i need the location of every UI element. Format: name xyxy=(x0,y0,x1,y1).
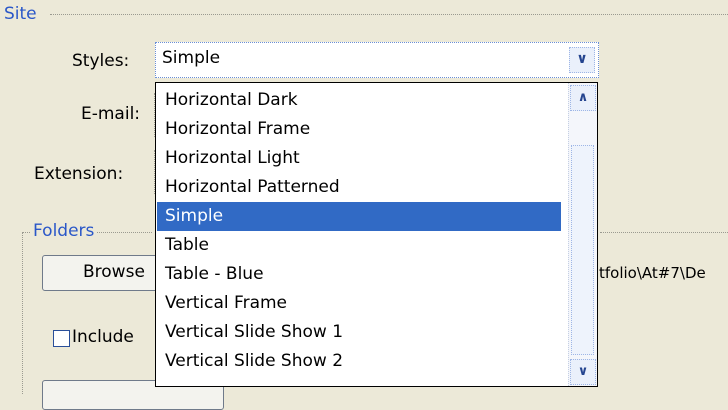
list-item-selected[interactable]: Simple xyxy=(157,202,561,231)
browse-button[interactable]: Browse xyxy=(42,255,172,291)
folders-group-line-right xyxy=(600,232,728,233)
folders-group-title: Folders xyxy=(30,221,98,241)
styles-dropdown-list[interactable]: Horizontal Dark Horizontal Frame Horizon… xyxy=(155,82,598,387)
folder-path-text: tfolio\At#7\De xyxy=(599,264,706,282)
list-item[interactable]: Horizontal Frame xyxy=(157,115,561,144)
chevron-down-icon: ∨ xyxy=(577,364,589,379)
styles-value: Simple xyxy=(162,48,221,68)
list-item[interactable]: Vertical Frame xyxy=(157,289,561,318)
site-group-line xyxy=(50,14,728,15)
styles-label: Styles: xyxy=(72,51,130,71)
include-checkbox[interactable] xyxy=(53,330,70,347)
list-item[interactable]: Table xyxy=(157,231,561,260)
dropdown-scrollbar[interactable]: ∧ ∨ xyxy=(568,83,597,386)
list-item[interactable]: Table - Blue xyxy=(157,260,561,289)
scrollbar-thumb[interactable] xyxy=(571,145,594,355)
scroll-up-button[interactable]: ∧ xyxy=(570,85,596,111)
dropdown-items: Horizontal Dark Horizontal Frame Horizon… xyxy=(157,86,561,386)
list-item[interactable]: Vertical Slide Show 1 xyxy=(157,318,561,347)
list-item[interactable]: Horizontal Patterned xyxy=(157,173,561,202)
chevron-down-icon: ∨ xyxy=(576,51,588,67)
folders-group-left-edge xyxy=(22,232,23,394)
browse-button-label: Browse xyxy=(83,262,145,282)
email-label: E-mail: xyxy=(81,104,141,124)
chevron-up-icon: ∧ xyxy=(577,90,589,105)
site-group-title: Site xyxy=(4,4,40,24)
include-label: Include xyxy=(72,327,134,347)
scroll-down-button[interactable]: ∨ xyxy=(570,359,596,385)
extension-label: Extension: xyxy=(34,164,124,184)
list-item[interactable]: Vertical Slide Show 2 xyxy=(157,347,561,376)
list-item[interactable]: Horizontal Light xyxy=(157,144,561,173)
list-item[interactable]: Horizontal Dark xyxy=(157,86,561,115)
styles-dropdown-button[interactable]: ∨ xyxy=(569,47,595,73)
styles-combo[interactable]: Simple ∨ xyxy=(155,42,599,78)
